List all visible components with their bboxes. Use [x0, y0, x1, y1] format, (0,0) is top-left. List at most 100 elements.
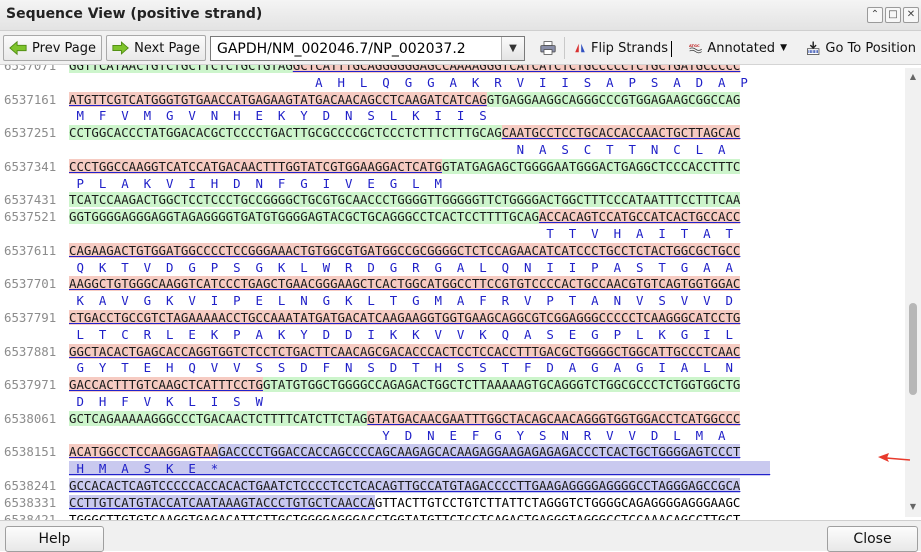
prev-page-button[interactable]: Prev Page [3, 35, 102, 61]
next-page-button[interactable]: Next Page [106, 35, 206, 61]
exon-segment: ACCACAGTCCATGCCATCACTGCCACC [538, 209, 741, 225]
intron-segment: CCTGGCACCCTATGGACACGCTCCCCTGACTTGCGCCCCG… [69, 125, 502, 141]
amino-acid-text: K A V G K V I P E L N G K L T G M A F R … [69, 293, 733, 309]
position-label: 6538151 [4, 444, 57, 460]
annotated-dropdown[interactable]: ATGC Annotated ▼ [684, 35, 792, 61]
sequence-text: GGTTCATAACTGTCTGCTTCTCTGCTGTAGGCTCATTTGC… [69, 65, 880, 73]
sequence-text: GCCACACTCAGTCCCCCACCACACTGAATCTCCCCTCCTC… [69, 478, 880, 493]
sequence-text: G Y T E H Q V V S S D F N S D T H S S T … [69, 360, 880, 375]
sequence-row: 6537341 CCCTGGCCAAGGTCATCCATGACAACTTTGGTA… [0, 158, 893, 174]
red-arrow-pointer-icon [878, 453, 911, 462]
sequence-row: 6537521 GGTGGGGAGGGAGGTAGAGGGGTGATGTGGGGA… [0, 209, 893, 225]
sequence-text: N A S C T T N C L A [69, 142, 880, 157]
prev-page-label: Prev Page [32, 40, 96, 56]
intron-segment: TCATCCAAGACTGGCTCCTCCCTGCCGGGGCTGCGTGCAA… [69, 192, 741, 208]
amino-acid-text: Y D N E F G Y S N R V V D L M A [69, 427, 726, 443]
sequence-text: CCTTGTCATGTACCATCAATAAAGTACCCTGTGCTCAACC… [69, 494, 880, 510]
sequence-row: 6537611 CAGAAGACTGTGGATGGCCCCTCCGGGAAACTG… [0, 242, 893, 258]
sequence-row: 6537071 GGTTCATAACTGTCTGCTTCTCTGCTGTAGGCT… [0, 65, 893, 73]
sequence-text: CAGAAGACTGTGGATGGCCCCTCCGGGAAACTGTGGCGTG… [69, 242, 880, 258]
transcript-select[interactable]: ▼ [210, 36, 672, 61]
sequence-row: 6537701 AAGGCTGTGGGCAAGGTCATCCCTGAGCTGAAC… [0, 276, 893, 292]
collapse-icon[interactable]: ⌃ [867, 7, 883, 23]
translation-row: K A V G K V I P E L N G K L T G M A F R … [0, 293, 893, 308]
sequence-text: D H F V K L I S W [69, 394, 880, 409]
utr-segment: H M A S K E * [69, 461, 771, 477]
close-icon[interactable]: ✕ [903, 7, 919, 23]
sequence-text: GGTGGGGAGGGAGGTAGAGGGGTGATGTGGGGAGTACGCT… [69, 209, 880, 225]
amino-acid-text: L T C R L E K P A K Y D D I K K V V K Q … [69, 326, 733, 342]
sequence-text: L T C R L E K P A K Y D D I K K V V K Q … [69, 327, 880, 342]
vertical-scrollbar[interactable]: ▲ ▼ [905, 68, 921, 517]
exon-segment: CAATGCCTCCTGCACCACCAACTGCTTAGCAC [501, 125, 741, 141]
position-label: 6537521 [4, 209, 57, 225]
translation-row: Q K T V D G P S G K L W R D G R G A L Q … [0, 260, 893, 275]
position-label: 6538331 [4, 494, 57, 510]
amino-acid-text: G Y T E H Q V V S S D F N S D T H S S T … [69, 360, 733, 376]
close-button[interactable]: Close [827, 526, 918, 552]
scroll-down-icon[interactable]: ▼ [908, 502, 918, 512]
sequence-text: AAGGCTGTGGGCAAGGTCATCCCTGAGCTGAACGGGAAGC… [69, 276, 880, 292]
exon-segment: ATGTTCGTCATGGGTGTGAACCATGAGAAGTATGACAACA… [69, 91, 487, 107]
translation-row: Y D N E F G Y S N R V V D L M A [0, 428, 893, 443]
maximize-icon[interactable]: □ [885, 7, 901, 23]
amino-acid-text: N A S C T T N C L A [69, 142, 726, 157]
intron-segment: GCTCAGAAAAAGGGCCCTGACAACTCTTTTCATCTTCTAG [69, 410, 368, 426]
sequence-row: 6538421 TGGGCTTGTGTCAAGGTGAGACATTCTTGCTGG… [0, 512, 893, 520]
toolbar-separator [564, 37, 565, 59]
sequence-text: H M A S K E * [69, 461, 880, 477]
go-to-position-label: Go To Position [825, 40, 916, 56]
chevron-down-icon[interactable]: ▼ [501, 37, 524, 60]
utr-segment: GACCCCTGGACCACCAGCCCCAGCAAGAGCACAAGAGGAA… [218, 444, 741, 460]
position-label: 6537881 [4, 343, 57, 359]
position-label: 6537971 [4, 377, 57, 393]
flip-strands-button[interactable]: Flip Strands [569, 35, 673, 61]
sequence-text: Y D N E F G Y S N R V V D L M A [69, 428, 880, 443]
dropdown-caret-icon: ▼ [780, 43, 787, 53]
translation-row: D H F V K L I S W [0, 394, 893, 409]
position-label: 6538421 [4, 511, 57, 520]
go-to-position-button[interactable]: Go To Position [801, 35, 921, 61]
printer-icon [540, 41, 556, 55]
flanking-segment: TGGGCTTGTGTCAAGGTGAGACATTCTTGCTGGGGAGGGA… [69, 511, 741, 520]
amino-acid-text: D H F V K L I S W [69, 394, 263, 409]
sequence-row: 6537881 GGCTACACTGAGCACCAGGTGGTCTCCTCTGAC… [0, 343, 893, 359]
translation-row: N A S C T T N C L A [0, 142, 893, 157]
translation-row: M F V M G V N H E K Y D N S L K I I S [0, 108, 893, 123]
translation-row: L T C R L E K P A K Y D D I K K V V K Q … [0, 327, 893, 342]
sequence-view[interactable]: 6537071 GGTTCATAACTGTCTGCTTCTCTGCTGTAGGCT… [0, 65, 893, 520]
utr-segment: CCTTGTCATGTACCATCAATAAAGTACCCTGTGCTCAACC… [69, 494, 375, 510]
translation-row: G Y T E H Q V V S S D F N S D T H S S T … [0, 360, 893, 375]
intron-segment: GGTTCATAACTGTCTGCTTCTCTGCTGTAG [69, 65, 293, 73]
print-button[interactable] [535, 35, 561, 61]
position-label: 6537071 [4, 65, 57, 73]
position-label: 6537251 [4, 125, 57, 141]
sequence-text: GCTCAGAAAAAGGGCCCTGACAACTCTTTTCATCTTCTAG… [69, 410, 880, 426]
sequence-text: K A V G K V I P E L N G K L T G M A F R … [69, 293, 880, 308]
amino-acid-text: M F V M G V N H E K Y D N S L K I I S [69, 108, 487, 124]
help-button[interactable]: Help [5, 526, 104, 552]
sequence-text: CCTGGCACCCTATGGACACGCTCCCCTGACTTGCGCCCCG… [69, 125, 880, 141]
arrow-right-icon [112, 41, 129, 55]
flanking-segment: GTTACTTGTCCTGTCTTATTCTAGGGTCTGGGGCAGAGGG… [374, 494, 741, 510]
exon-segment: CAGAAGACTGTGGATGGCCCCTCCGGGAAACTGTGGCGTG… [69, 242, 741, 258]
sequence-row: 6537971 GACCACTTTGTCAAGCTCATTTCCTGGTATGTG… [0, 377, 893, 393]
exon-segment: GACCACTTTGTCAAGCTCATTTCCTG [69, 377, 263, 393]
position-label: 6537161 [4, 91, 57, 107]
scroll-up-icon[interactable]: ▲ [908, 72, 918, 82]
sequence-row: 6537161 ATGTTCGTCATGGGTGTGAACCATGAGAAGTAT… [0, 91, 893, 107]
position-label: 6538241 [4, 478, 57, 493]
exon-segment: CTGACCTGCCGTCTAGAAAAACCTGCCAAATATGATGACA… [69, 310, 741, 325]
sequence-text: TGGGCTTGTGTCAAGGTGAGACATTCTTGCTGGGGAGGGA… [69, 512, 880, 520]
position-label: 6537791 [4, 310, 57, 325]
translation-row: P L A K V I H D N F G I V E G L M [0, 176, 893, 191]
toolbar: Prev Page Next Page ▼ Flip Strands ATGC [0, 31, 921, 65]
transcript-input[interactable] [211, 37, 499, 60]
exon-segment: ACATGGCCTCCAAGGAGTAA [69, 444, 219, 460]
position-label: 6537431 [4, 192, 57, 208]
sequence-text: CCCTGGCCAAGGTCATCCATGACAACTTTGGTATCGTGGA… [69, 158, 880, 174]
footer-bar: Help Close [0, 520, 921, 552]
translation-row: H M A S K E * [0, 461, 893, 477]
scrollbar-thumb[interactable] [909, 303, 917, 395]
exon-segment: GCTCATTTGCAGGGGGGAGCCAAAAGGGTCATCATCTCTG… [292, 65, 741, 73]
